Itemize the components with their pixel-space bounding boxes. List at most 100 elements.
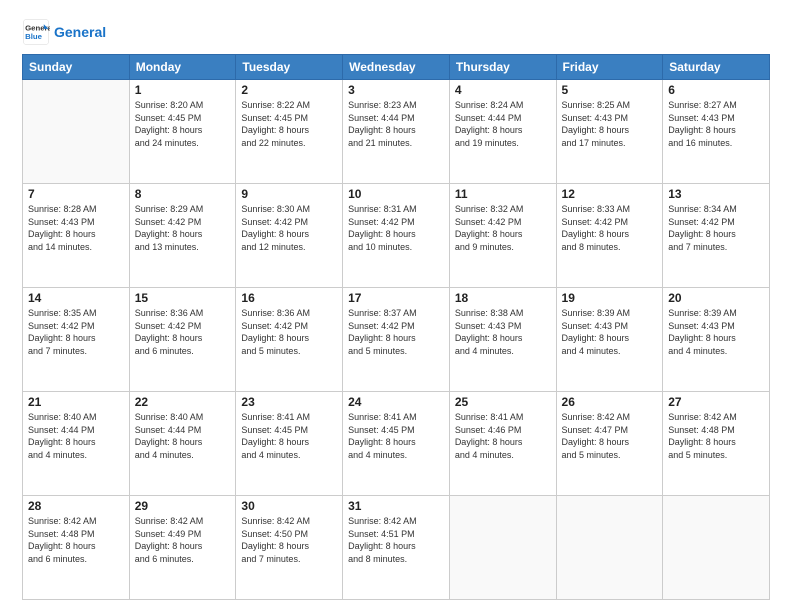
day-info: Sunrise: 8:42 AMSunset: 4:48 PMDaylight:… [28, 515, 124, 565]
header-day-wednesday: Wednesday [343, 55, 450, 80]
day-number: 29 [135, 499, 231, 513]
day-cell: 19Sunrise: 8:39 AMSunset: 4:43 PMDayligh… [556, 288, 663, 392]
header-day-thursday: Thursday [449, 55, 556, 80]
day-cell: 22 Sunrise: 8:40 AMSunset: 4:44 PMDayligh… [129, 392, 236, 496]
day-number: 21 [28, 395, 124, 409]
day-info: Sunrise: 8:29 AMSunset: 4:42 PMDaylight:… [135, 203, 231, 253]
day-number: 28 [28, 499, 124, 513]
day-number: 24 [348, 395, 444, 409]
day-number: 10 [348, 187, 444, 201]
day-cell: 4Sunrise: 8:24 AMSunset: 4:44 PMDaylight… [449, 80, 556, 184]
day-number: 18 [455, 291, 551, 305]
day-info: Sunrise: 8:34 AMSunset: 4:42 PMDaylight:… [668, 203, 764, 253]
week-row-4: 28 Sunrise: 8:42 AMSunset: 4:48 PMDayligh… [23, 496, 770, 600]
day-cell: 8 Sunrise: 8:29 AMSunset: 4:42 PMDaylight… [129, 184, 236, 288]
day-number: 30 [241, 499, 337, 513]
day-number: 7 [28, 187, 124, 201]
day-cell: 25 Sunrise: 8:41 AMSunset: 4:46 PMDayligh… [449, 392, 556, 496]
week-row-2: 14Sunrise: 8:35 AMSunset: 4:42 PMDayligh… [23, 288, 770, 392]
day-cell: 21 Sunrise: 8:40 AMSunset: 4:44 PMDayligh… [23, 392, 130, 496]
day-cell: 9 Sunrise: 8:30 AMSunset: 4:42 PMDaylight… [236, 184, 343, 288]
day-info: Sunrise: 8:30 AMSunset: 4:42 PMDaylight:… [241, 203, 337, 253]
day-cell: 24 Sunrise: 8:41 AMSunset: 4:45 PMDayligh… [343, 392, 450, 496]
day-cell: 28 Sunrise: 8:42 AMSunset: 4:48 PMDayligh… [23, 496, 130, 600]
day-info: Sunrise: 8:36 AMSunset: 4:42 PMDaylight:… [241, 307, 337, 357]
day-cell: 13 Sunrise: 8:34 AMSunset: 4:42 PMDayligh… [663, 184, 770, 288]
header-row: SundayMondayTuesdayWednesdayThursdayFrid… [23, 55, 770, 80]
day-info: Sunrise: 8:41 AMSunset: 4:45 PMDaylight:… [348, 411, 444, 461]
day-number: 8 [135, 187, 231, 201]
day-info: Sunrise: 8:42 AMSunset: 4:47 PMDaylight:… [562, 411, 658, 461]
day-info: Sunrise: 8:39 AMSunset: 4:43 PMDaylight:… [668, 307, 764, 357]
day-info: Sunrise: 8:42 AMSunset: 4:49 PMDaylight:… [135, 515, 231, 565]
day-cell: 16 Sunrise: 8:36 AMSunset: 4:42 PMDayligh… [236, 288, 343, 392]
day-number: 2 [241, 83, 337, 97]
day-number: 31 [348, 499, 444, 513]
day-cell: 3 Sunrise: 8:23 AMSunset: 4:44 PMDaylight… [343, 80, 450, 184]
day-number: 25 [455, 395, 551, 409]
week-row-3: 21 Sunrise: 8:40 AMSunset: 4:44 PMDayligh… [23, 392, 770, 496]
day-info: Sunrise: 8:35 AMSunset: 4:42 PMDaylight:… [28, 307, 124, 357]
day-number: 13 [668, 187, 764, 201]
day-number: 27 [668, 395, 764, 409]
day-info: Sunrise: 8:27 AMSunset: 4:43 PMDaylight:… [668, 99, 764, 149]
day-info: Sunrise: 8:41 AMSunset: 4:46 PMDaylight:… [455, 411, 551, 461]
day-cell: 17Sunrise: 8:37 AMSunset: 4:42 PMDayligh… [343, 288, 450, 392]
day-number: 23 [241, 395, 337, 409]
day-info: Sunrise: 8:31 AMSunset: 4:42 PMDaylight:… [348, 203, 444, 253]
day-cell: 29 Sunrise: 8:42 AMSunset: 4:49 PMDayligh… [129, 496, 236, 600]
day-cell: 1Sunrise: 8:20 AMSunset: 4:45 PMDaylight… [129, 80, 236, 184]
day-cell: 31Sunrise: 8:42 AMSunset: 4:51 PMDayligh… [343, 496, 450, 600]
day-number: 16 [241, 291, 337, 305]
day-number: 17 [348, 291, 444, 305]
day-number: 26 [562, 395, 658, 409]
day-cell: 20Sunrise: 8:39 AMSunset: 4:43 PMDayligh… [663, 288, 770, 392]
day-number: 11 [455, 187, 551, 201]
day-info: Sunrise: 8:40 AMSunset: 4:44 PMDaylight:… [28, 411, 124, 461]
day-info: Sunrise: 8:25 AMSunset: 4:43 PMDaylight:… [562, 99, 658, 149]
header-day-sunday: Sunday [23, 55, 130, 80]
day-cell: 14Sunrise: 8:35 AMSunset: 4:42 PMDayligh… [23, 288, 130, 392]
day-number: 12 [562, 187, 658, 201]
day-cell: 18 Sunrise: 8:38 AMSunset: 4:43 PMDayligh… [449, 288, 556, 392]
day-number: 9 [241, 187, 337, 201]
day-cell: 23Sunrise: 8:41 AMSunset: 4:45 PMDayligh… [236, 392, 343, 496]
day-info: Sunrise: 8:38 AMSunset: 4:43 PMDaylight:… [455, 307, 551, 357]
day-info: Sunrise: 8:36 AMSunset: 4:42 PMDaylight:… [135, 307, 231, 357]
day-info: Sunrise: 8:23 AMSunset: 4:44 PMDaylight:… [348, 99, 444, 149]
day-info: Sunrise: 8:39 AMSunset: 4:43 PMDaylight:… [562, 307, 658, 357]
week-row-1: 7Sunrise: 8:28 AMSunset: 4:43 PMDaylight… [23, 184, 770, 288]
header-day-monday: Monday [129, 55, 236, 80]
day-cell [556, 496, 663, 600]
logo: General Blue General [22, 18, 106, 46]
day-cell: 30Sunrise: 8:42 AMSunset: 4:50 PMDayligh… [236, 496, 343, 600]
day-info: Sunrise: 8:22 AMSunset: 4:45 PMDaylight:… [241, 99, 337, 149]
day-cell [663, 496, 770, 600]
header-day-tuesday: Tuesday [236, 55, 343, 80]
header: General Blue General [22, 18, 770, 46]
day-info: Sunrise: 8:42 AMSunset: 4:48 PMDaylight:… [668, 411, 764, 461]
day-info: Sunrise: 8:40 AMSunset: 4:44 PMDaylight:… [135, 411, 231, 461]
svg-text:Blue: Blue [25, 32, 43, 41]
day-number: 6 [668, 83, 764, 97]
page: General Blue General SundayMondayTuesday… [0, 0, 792, 612]
day-cell: 12Sunrise: 8:33 AMSunset: 4:42 PMDayligh… [556, 184, 663, 288]
day-cell: 10 Sunrise: 8:31 AMSunset: 4:42 PMDayligh… [343, 184, 450, 288]
day-info: Sunrise: 8:20 AMSunset: 4:45 PMDaylight:… [135, 99, 231, 149]
day-number: 3 [348, 83, 444, 97]
day-cell: 5 Sunrise: 8:25 AMSunset: 4:43 PMDaylight… [556, 80, 663, 184]
header-day-friday: Friday [556, 55, 663, 80]
day-cell: 15 Sunrise: 8:36 AMSunset: 4:42 PMDayligh… [129, 288, 236, 392]
day-number: 22 [135, 395, 231, 409]
day-cell: 2 Sunrise: 8:22 AMSunset: 4:45 PMDaylight… [236, 80, 343, 184]
day-cell: 7Sunrise: 8:28 AMSunset: 4:43 PMDaylight… [23, 184, 130, 288]
day-cell [23, 80, 130, 184]
day-number: 5 [562, 83, 658, 97]
logo-text: General [54, 24, 106, 41]
day-number: 4 [455, 83, 551, 97]
week-row-0: 1Sunrise: 8:20 AMSunset: 4:45 PMDaylight… [23, 80, 770, 184]
day-cell: 6 Sunrise: 8:27 AMSunset: 4:43 PMDaylight… [663, 80, 770, 184]
day-cell [449, 496, 556, 600]
day-number: 15 [135, 291, 231, 305]
day-cell: 27 Sunrise: 8:42 AMSunset: 4:48 PMDayligh… [663, 392, 770, 496]
